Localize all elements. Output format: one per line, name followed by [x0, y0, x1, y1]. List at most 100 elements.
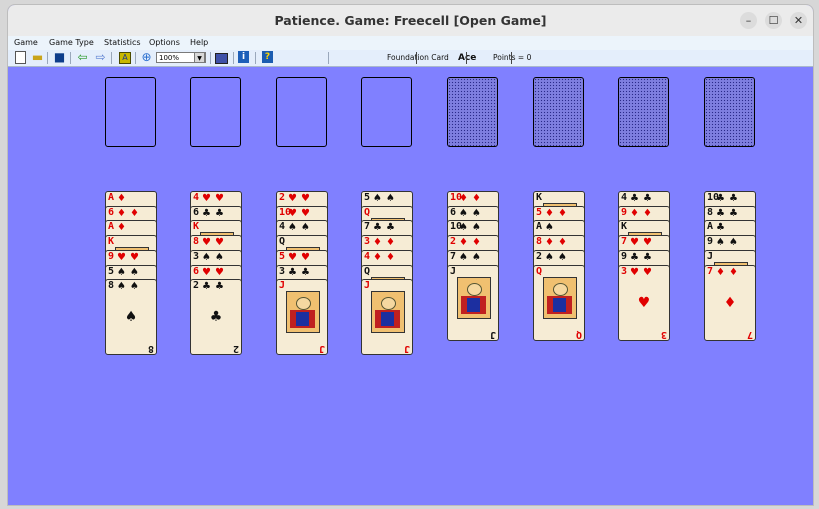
- card-suit-pips: ♣♣: [288, 267, 314, 278]
- court-robe-inner: [381, 312, 394, 326]
- open-folder-icon[interactable]: ▬: [31, 51, 44, 64]
- foundation-pile[interactable]: [618, 77, 669, 147]
- toolbar-separator: [135, 52, 136, 64]
- card-rank: 5: [364, 192, 371, 203]
- menu-bar: Game Game Type Statistics Options Help: [8, 36, 813, 51]
- card-suit-pips: ♥♥: [288, 208, 314, 219]
- card-suit-pips: ♦: [117, 193, 130, 204]
- toolbar-separator: [111, 52, 112, 64]
- card-rank: 7: [364, 221, 371, 232]
- card-rank: 2: [536, 251, 543, 262]
- foundation-pile[interactable]: [447, 77, 498, 147]
- card-suit-pips: ♦♦: [117, 208, 143, 219]
- menu-help[interactable]: Help: [190, 36, 208, 50]
- foundation-pile[interactable]: [704, 77, 755, 147]
- card-rank: 3: [193, 251, 200, 262]
- card-rank: A: [108, 192, 115, 203]
- card-rank: 9: [621, 251, 628, 262]
- court-head: [467, 283, 482, 296]
- chevron-down-icon[interactable]: ▼: [194, 52, 205, 63]
- court-head: [553, 283, 568, 296]
- toolbar-separator: [70, 52, 71, 64]
- card-suit-pips: ♠♠: [202, 252, 228, 263]
- card-rank: 8: [536, 236, 543, 247]
- playing-card[interactable]: JJ: [447, 265, 499, 341]
- menu-statistics[interactable]: Statistics: [104, 36, 141, 50]
- new-game-icon[interactable]: [15, 51, 26, 64]
- card-suit-pips: ♠♠: [459, 208, 485, 219]
- card-suit-pips: ♠♠: [459, 252, 485, 263]
- menu-options[interactable]: Options: [149, 36, 180, 50]
- free-cell[interactable]: [190, 77, 241, 147]
- redo-arrow-icon[interactable]: ⇨: [94, 51, 107, 64]
- window-title: Patience. Game: Freecell [Open Game]: [274, 13, 547, 28]
- calculator-icon[interactable]: [215, 53, 228, 64]
- court-card-art: [457, 277, 491, 319]
- card-rank: 8: [193, 236, 200, 247]
- card-rank: 2: [193, 280, 200, 291]
- zoom-icon[interactable]: ⊕: [140, 51, 153, 64]
- card-suit-pips: ♣♣: [202, 281, 228, 292]
- card-rank-bottom: 3: [660, 329, 667, 340]
- help-icon[interactable]: ?: [262, 51, 273, 63]
- free-cell[interactable]: [276, 77, 327, 147]
- card-rank: 6: [450, 207, 457, 218]
- card-rank: 2: [450, 236, 457, 247]
- save-icon[interactable]: ■: [53, 51, 66, 64]
- card-suit-center: ♦: [723, 295, 737, 311]
- free-cell[interactable]: [361, 77, 412, 147]
- playing-card[interactable]: 8 ♠♠ ♠ 8: [105, 279, 157, 355]
- playing-card[interactable]: JJ: [361, 279, 413, 355]
- card-suit-center: ♥: [637, 295, 651, 311]
- card-rank: 5: [536, 207, 543, 218]
- card-suit-center: ♣: [209, 309, 223, 325]
- card-rank: 9: [707, 236, 714, 247]
- court-robe-inner: [553, 298, 566, 312]
- close-button[interactable]: ✕: [790, 12, 807, 29]
- toolbar: ▬ ■ ⇦ ⇨ A ⊕ 100% ▼ i ? Foundation Card A…: [8, 50, 813, 67]
- menu-game[interactable]: Game: [14, 36, 38, 50]
- card-suit-pips: ♥♥: [288, 193, 314, 204]
- card-suit-pips: ♠♠: [373, 193, 399, 204]
- card-back-icon[interactable]: A: [119, 52, 131, 64]
- rules-book-icon[interactable]: i: [238, 51, 249, 63]
- card-suit-pips: ♥♥: [202, 237, 228, 248]
- card-suit-pips: ♦♦: [716, 267, 742, 278]
- free-cell[interactable]: [105, 77, 156, 147]
- card-suit-pips: ♠♠: [117, 281, 143, 292]
- playing-card[interactable]: 7 ♦♦ ♦ 7: [704, 265, 756, 341]
- foundation-card-value: Ace: [458, 53, 477, 63]
- card-suit-pips: ♠♠: [117, 267, 143, 278]
- minimize-button[interactable]: –: [740, 12, 757, 29]
- toolbar-separator: [47, 52, 48, 64]
- card-suit-pips: ♦♦: [373, 252, 399, 263]
- undo-arrow-icon[interactable]: ⇦: [76, 51, 89, 64]
- card-rank: 4: [193, 192, 200, 203]
- card-rank: 7: [707, 266, 714, 277]
- card-rank: 5: [279, 251, 286, 262]
- playing-card[interactable]: 2 ♣♣ ♣ 2: [190, 279, 242, 355]
- card-suit-pips: ♥♥: [630, 267, 656, 278]
- card-rank-bottom: 8: [147, 343, 154, 354]
- playing-card[interactable]: QQ: [533, 265, 585, 341]
- card-suit-pips: ♥♥: [202, 267, 228, 278]
- toolbar-separator: [255, 52, 256, 64]
- maximize-button[interactable]: ☐: [765, 12, 782, 29]
- toolbar-separator: [233, 52, 234, 64]
- card-rank: Q: [364, 266, 371, 277]
- menu-game-type[interactable]: Game Type: [49, 36, 94, 50]
- card-rank: 3: [279, 266, 286, 277]
- status-divider: [466, 52, 467, 64]
- card-suit-pips: ♣♣: [716, 193, 742, 204]
- card-suit-pips: ♣♣: [630, 252, 656, 263]
- playing-card[interactable]: 3 ♥♥ ♥ 3: [618, 265, 670, 341]
- card-rank: 4: [364, 251, 371, 262]
- court-card-art: [543, 277, 577, 319]
- court-head: [381, 297, 396, 310]
- playing-card[interactable]: JJ: [276, 279, 328, 355]
- card-rank: 9: [621, 207, 628, 218]
- toolbar-separator: [328, 52, 329, 64]
- card-suit-pips: ♦♦: [545, 237, 571, 248]
- card-rank: 4: [621, 192, 628, 203]
- foundation-pile[interactable]: [533, 77, 584, 147]
